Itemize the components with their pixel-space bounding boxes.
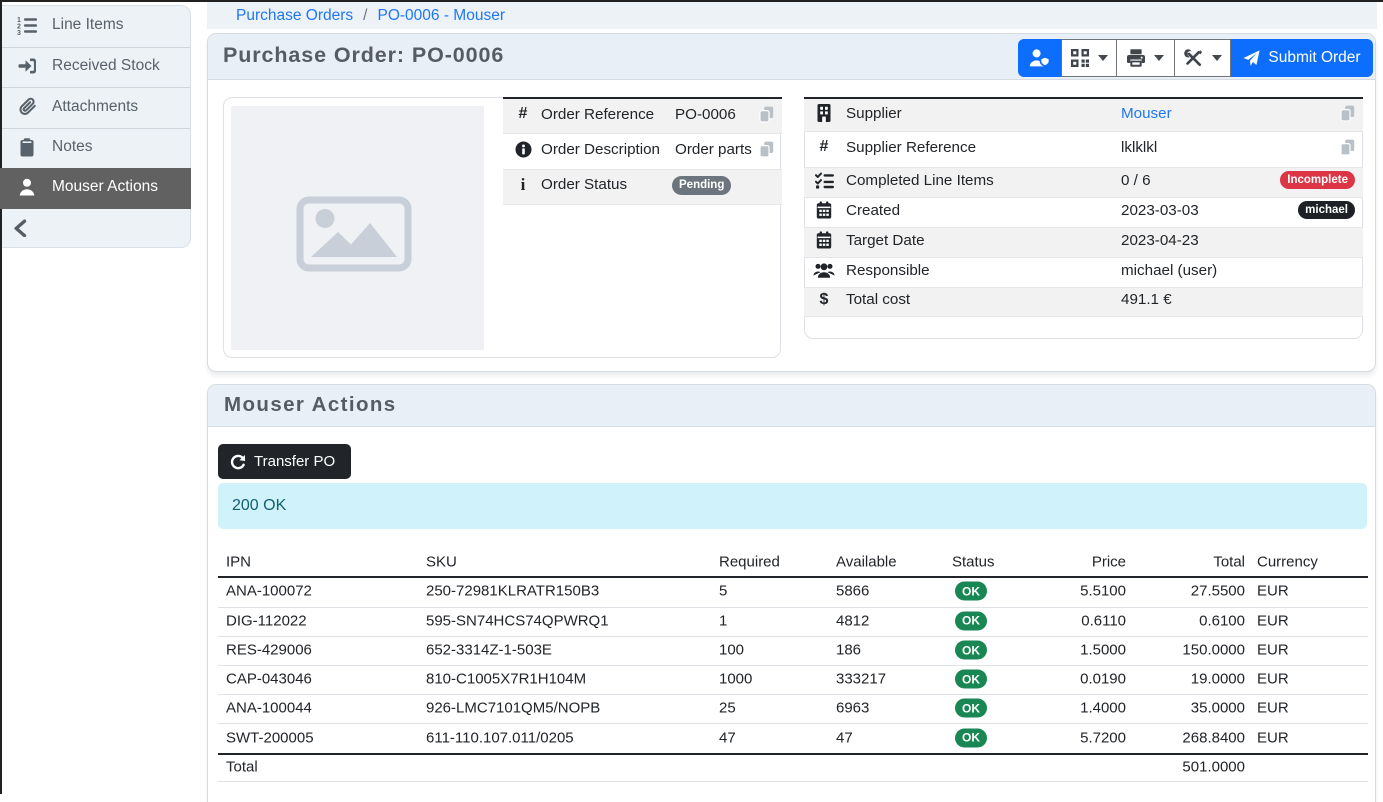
svg-text:3: 3 (17, 30, 21, 35)
